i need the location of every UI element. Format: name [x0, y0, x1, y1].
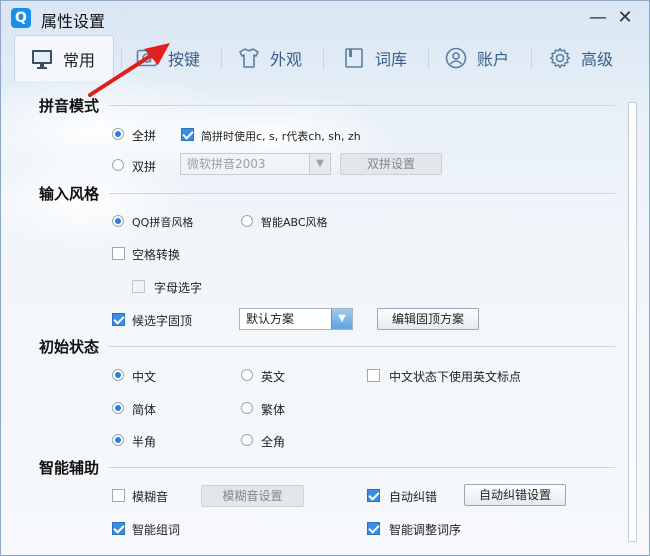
- tab-label: 账户: [477, 50, 510, 69]
- shuangpin-settings-button[interactable]: 双拼设置: [340, 153, 442, 175]
- checkbox-letter-select-label: 字母选字: [154, 281, 203, 295]
- fixed-scheme-value: 默认方案: [246, 312, 295, 326]
- shuangpin-scheme-value: 微软拼音2003: [187, 157, 266, 171]
- annotation-arrow-icon: [88, 43, 170, 97]
- chevron-down-icon: ▼: [331, 309, 352, 329]
- gear-icon: [549, 47, 571, 69]
- checkbox-space-convert-label: 空格转换: [132, 248, 181, 262]
- radio-simplified[interactable]: [112, 402, 124, 414]
- autocorrect-settings-button[interactable]: 自动纠错设置: [464, 484, 566, 506]
- checkbox-fuzzy[interactable]: [112, 489, 125, 502]
- checkbox-english-punct-label: 中文状态下使用英文标点: [389, 370, 522, 384]
- section-divider: [109, 346, 615, 347]
- fixed-scheme-select[interactable]: 默认方案 ▼: [239, 308, 353, 330]
- radio-abc-style-label: 智能ABC风格: [261, 216, 328, 229]
- tab-divider: [531, 47, 532, 69]
- tab-divider: [428, 47, 429, 69]
- radio-abc-style[interactable]: [241, 215, 253, 227]
- section-title-initial-state: 初始状态: [39, 338, 100, 356]
- user-icon: [445, 47, 467, 69]
- radio-shuangpin[interactable]: [112, 159, 124, 171]
- section-divider: [109, 467, 615, 468]
- radio-full-width[interactable]: [241, 434, 253, 446]
- radio-simplified-label: 简体: [132, 403, 157, 417]
- checkbox-fixed-candidate[interactable]: [112, 313, 125, 326]
- settings-window: Q 属性设置 — ✕ 常用 按键 外观 词库 账户 高级 拼音模式 全拼 简拼时…: [0, 0, 650, 556]
- radio-half-width-label: 半角: [132, 435, 157, 449]
- fuzzy-settings-button[interactable]: 模糊音设置: [201, 485, 304, 507]
- book-icon: [343, 47, 365, 69]
- monitor-icon: [31, 48, 53, 70]
- radio-english-label: 英文: [261, 370, 286, 384]
- radio-english[interactable]: [241, 369, 253, 381]
- app-logo-icon: Q: [11, 8, 31, 28]
- checkbox-letter-select[interactable]: [132, 280, 145, 293]
- section-title-smart-assist: 智能辅助: [39, 459, 100, 477]
- checkbox-smart-order-label: 智能调整词序: [389, 523, 462, 537]
- edit-fixed-scheme-button[interactable]: 编辑固顶方案: [377, 308, 479, 330]
- tab-label: 词库: [375, 50, 408, 69]
- radio-quanpin[interactable]: [112, 128, 124, 140]
- tab-label: 外观: [270, 50, 303, 69]
- checkbox-autocorrect[interactable]: [367, 489, 380, 502]
- checkbox-fixed-candidate-label: 候选字固顶: [132, 314, 193, 328]
- section-divider: [109, 193, 615, 194]
- tab-account[interactable]: 账户: [445, 35, 509, 81]
- tab-label: 高级: [581, 50, 614, 69]
- checkbox-smart-phrase-label: 智能组词: [132, 523, 181, 537]
- radio-quanpin-label: 全拼: [132, 129, 157, 143]
- radio-qq-style[interactable]: [112, 215, 124, 227]
- checkbox-jianpin[interactable]: [181, 128, 194, 141]
- radio-traditional[interactable]: [241, 402, 253, 414]
- shuangpin-scheme-select[interactable]: 微软拼音2003 ▼: [180, 153, 331, 175]
- minimize-button[interactable]: —: [586, 7, 610, 29]
- title-bar: Q 属性设置 — ✕: [1, 1, 649, 35]
- close-button[interactable]: ✕: [613, 7, 637, 29]
- tab-appearance[interactable]: 外观: [238, 35, 302, 81]
- checkbox-fuzzy-label: 模糊音: [132, 490, 169, 504]
- tab-divider: [221, 47, 222, 69]
- radio-half-width[interactable]: [112, 434, 124, 446]
- radio-chinese[interactable]: [112, 369, 124, 381]
- tab-dictionary[interactable]: 词库: [343, 35, 407, 81]
- checkbox-smart-order[interactable]: [367, 522, 380, 535]
- checkbox-space-convert[interactable]: [112, 247, 125, 260]
- checkbox-autocorrect-label: 自动纠错: [389, 490, 438, 504]
- radio-qq-style-label: QQ拼音风格: [132, 216, 194, 229]
- vertical-scrollbar[interactable]: [628, 102, 637, 542]
- radio-chinese-label: 中文: [132, 370, 157, 384]
- radio-traditional-label: 繁体: [261, 403, 286, 417]
- settings-content: 拼音模式 全拼 简拼时使用c, s, r代表ch, sh, zh 双拼 微软拼音…: [1, 83, 649, 555]
- tshirt-icon: [238, 47, 260, 69]
- tab-divider: [323, 47, 324, 69]
- checkbox-english-punct[interactable]: [367, 369, 380, 382]
- radio-shuangpin-label: 双拼: [132, 160, 157, 174]
- checkbox-jianpin-label: 简拼时使用c, s, r代表ch, sh, zh: [201, 130, 361, 143]
- radio-full-width-label: 全角: [261, 435, 286, 449]
- tab-advanced[interactable]: 高级: [549, 35, 613, 81]
- checkbox-smart-phrase[interactable]: [112, 522, 125, 535]
- window-title: 属性设置: [41, 12, 106, 31]
- chevron-down-icon: ▼: [309, 154, 330, 174]
- section-divider: [109, 105, 615, 106]
- section-title-input-style: 输入风格: [39, 185, 100, 203]
